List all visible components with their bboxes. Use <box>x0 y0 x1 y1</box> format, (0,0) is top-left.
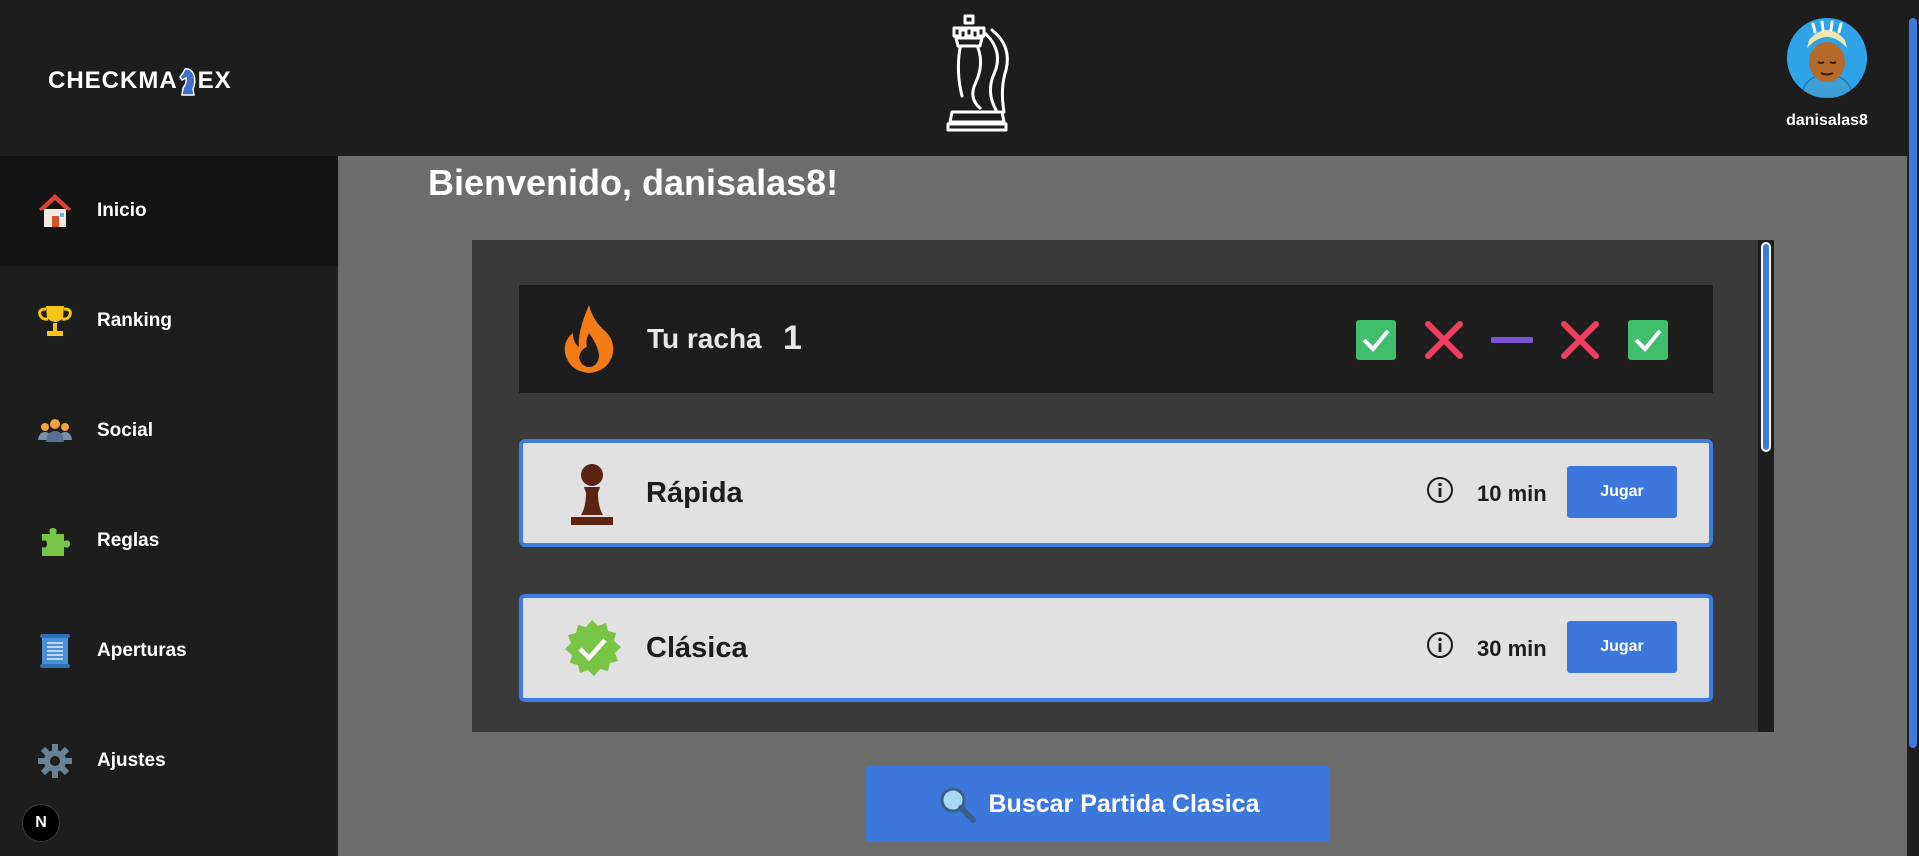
sidebar-item-label: Aperturas <box>97 640 187 661</box>
win-check-icon <box>1355 319 1397 361</box>
win-check-icon <box>1627 319 1669 361</box>
sidebar-item-social[interactable]: Social <box>0 376 338 486</box>
info-icon[interactable] <box>1425 630 1455 660</box>
sidebar-item-label: Reglas <box>97 530 160 551</box>
mode-card-clasica[interactable]: Clásica 30 min Jugar <box>519 594 1713 702</box>
sidebar-item-label: Social <box>97 420 153 441</box>
search-game-button[interactable]: Buscar Partida Clasica <box>866 766 1330 842</box>
page-scrollbar[interactable] <box>1907 0 1919 856</box>
people-icon <box>36 412 74 450</box>
verified-badge-icon <box>561 616 623 682</box>
sidebar-item-reglas[interactable]: Reglas <box>0 486 338 596</box>
mode-time: 10 min <box>1477 481 1547 506</box>
streak-label: Tu racha <box>647 323 762 354</box>
rook-logo-icon <box>946 14 1009 132</box>
user-profile[interactable]: danisalas8 <box>1767 18 1887 130</box>
sidebar-item-ranking[interactable]: Ranking <box>0 266 338 376</box>
username-label: danisalas8 <box>1786 112 1868 129</box>
scroll-icon <box>36 632 74 670</box>
avatar-face-icon <box>1787 18 1867 98</box>
gear-icon <box>36 742 74 780</box>
sidebar-item-aperturas[interactable]: Aperturas <box>0 596 338 706</box>
dev-tools-badge[interactable]: N <box>22 804 60 842</box>
sidebar-item-label: Inicio <box>97 200 147 221</box>
knight-logo-icon <box>178 68 196 96</box>
search-game-label: Buscar Partida Clasica <box>988 789 1260 818</box>
sidebar-item-ajustes[interactable]: Ajustes <box>0 706 338 816</box>
panel-scrollbar[interactable] <box>1758 240 1774 732</box>
page-title: Bienvenido, danisalas8! <box>428 162 839 203</box>
mode-name: Rápida <box>646 477 743 509</box>
search-icon <box>940 787 976 823</box>
mode-card-rapida[interactable]: Rápida 10 min Jugar <box>519 439 1713 547</box>
info-icon[interactable] <box>1425 475 1455 505</box>
avatar[interactable] <box>1787 18 1867 98</box>
top-header: CHECKMA EX danisalas8 <box>0 0 1919 156</box>
streak-count: 1 <box>783 319 802 357</box>
flame-icon <box>564 305 614 373</box>
pawn-icon <box>561 461 623 527</box>
sidebar-item-label: Ajustes <box>97 750 166 771</box>
trophy-icon <box>36 302 74 340</box>
loss-cross-icon <box>1559 319 1601 361</box>
sidebar-nav: Inicio Ranking Social Reglas Aperturas A… <box>0 156 338 856</box>
page-scrollbar-thumb[interactable] <box>1909 18 1917 748</box>
recent-results <box>1355 319 1669 361</box>
sidebar-item-inicio[interactable]: Inicio <box>0 156 338 266</box>
play-rapida-button[interactable]: Jugar <box>1567 466 1677 518</box>
brand-logo[interactable]: CHECKMA EX <box>48 62 232 100</box>
brand-text-end: EX <box>197 67 232 94</box>
brand-text-start: CHECKMA <box>48 67 178 94</box>
sidebar-item-label: Ranking <box>97 310 172 331</box>
house-icon <box>36 192 74 230</box>
puzzle-icon <box>36 522 74 560</box>
mode-name: Clásica <box>646 632 748 664</box>
draw-dash-icon <box>1491 319 1533 361</box>
play-clasica-button[interactable]: Jugar <box>1567 621 1677 673</box>
panel-scrollbar-thumb[interactable] <box>1761 242 1771 452</box>
loss-cross-icon <box>1423 319 1465 361</box>
mode-time: 30 min <box>1477 636 1547 661</box>
streak-card: Tu racha 1 <box>519 285 1713 393</box>
